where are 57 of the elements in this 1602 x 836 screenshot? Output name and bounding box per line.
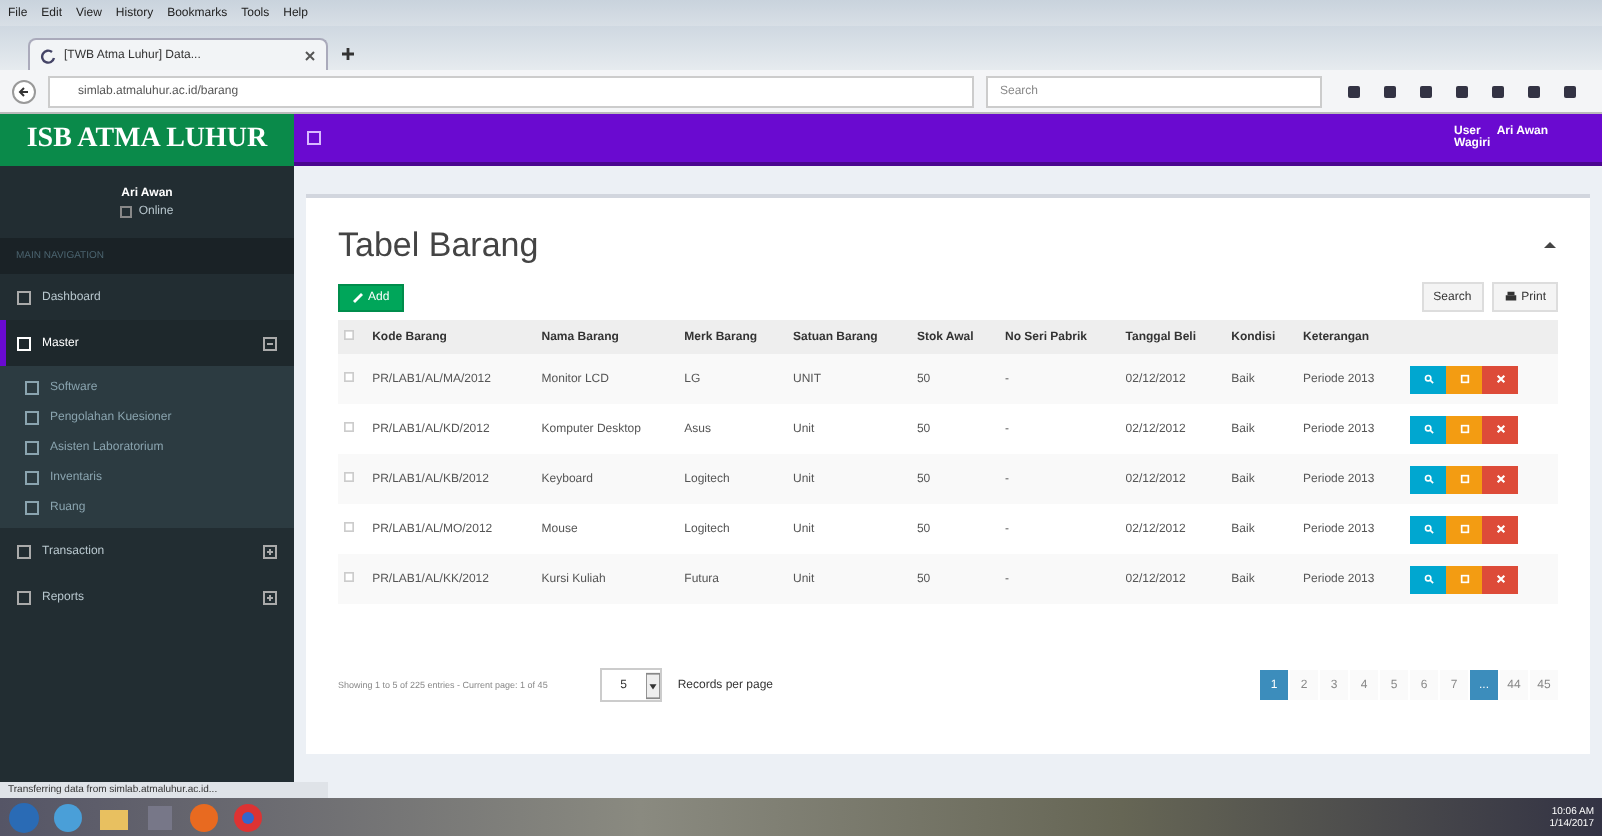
- expand-icon[interactable]: [262, 589, 278, 605]
- page-icon: [16, 335, 32, 351]
- menu-toggle-icon[interactable]: [306, 130, 322, 146]
- delete-button[interactable]: [1482, 465, 1518, 493]
- delete-button[interactable]: [1482, 415, 1518, 443]
- start-icon[interactable]: [8, 802, 40, 834]
- dropdown-icon: [645, 671, 660, 699]
- search-icon: [1423, 424, 1433, 434]
- search-icon: [1423, 474, 1433, 484]
- checkbox[interactable]: [344, 472, 354, 482]
- view-button[interactable]: [1410, 365, 1446, 393]
- view-button[interactable]: [1410, 465, 1446, 493]
- square-icon: [1459, 424, 1469, 434]
- pencil-icon: [352, 291, 364, 303]
- close-icon[interactable]: [304, 49, 316, 61]
- edit-button[interactable]: [1446, 515, 1482, 543]
- edit-button[interactable]: [1446, 465, 1482, 493]
- page-icon: [16, 289, 32, 305]
- status-icon: [120, 205, 133, 217]
- edit-button[interactable]: [1446, 565, 1482, 593]
- minimize-icon[interactable]: [1542, 238, 1558, 254]
- close-icon: [1495, 424, 1505, 434]
- checkbox[interactable]: [344, 422, 354, 432]
- panel-title: Tabel Barang: [338, 226, 539, 266]
- square-icon: [1459, 374, 1469, 384]
- checkbox[interactable]: [344, 372, 354, 382]
- close-icon: [1495, 374, 1505, 384]
- delete-button[interactable]: [1482, 365, 1518, 393]
- brand-logo[interactable]: ISB ATMA LUHUR: [0, 114, 294, 166]
- close-icon: [1495, 474, 1505, 484]
- delete-button[interactable]: [1482, 565, 1518, 593]
- search-icon: [1423, 524, 1433, 534]
- back-icon[interactable]: [12, 79, 36, 103]
- view-button[interactable]: [1410, 565, 1446, 593]
- search-icon: [1423, 574, 1433, 584]
- checkbox[interactable]: [344, 330, 354, 340]
- edit-button[interactable]: [1446, 365, 1482, 393]
- square-icon: [1459, 524, 1469, 534]
- checkbox[interactable]: [344, 572, 354, 582]
- square-icon: [1459, 474, 1469, 484]
- page-icon: [16, 589, 32, 605]
- close-icon: [1495, 574, 1505, 584]
- square-icon: [1459, 574, 1469, 584]
- view-button[interactable]: [1410, 415, 1446, 443]
- delete-button[interactable]: [1482, 515, 1518, 543]
- view-button[interactable]: [1410, 515, 1446, 543]
- new-tab-icon[interactable]: [340, 46, 356, 62]
- printer-icon: [1503, 290, 1518, 304]
- checkbox[interactable]: [344, 522, 354, 532]
- collapse-icon[interactable]: [262, 335, 278, 351]
- expand-icon[interactable]: [262, 543, 278, 559]
- page-icon: [16, 543, 32, 559]
- reload-icon: [40, 47, 56, 63]
- close-icon: [1495, 524, 1505, 534]
- search-icon: [1423, 374, 1433, 384]
- app-icon[interactable]: [52, 802, 84, 834]
- edit-button[interactable]: [1446, 415, 1482, 443]
